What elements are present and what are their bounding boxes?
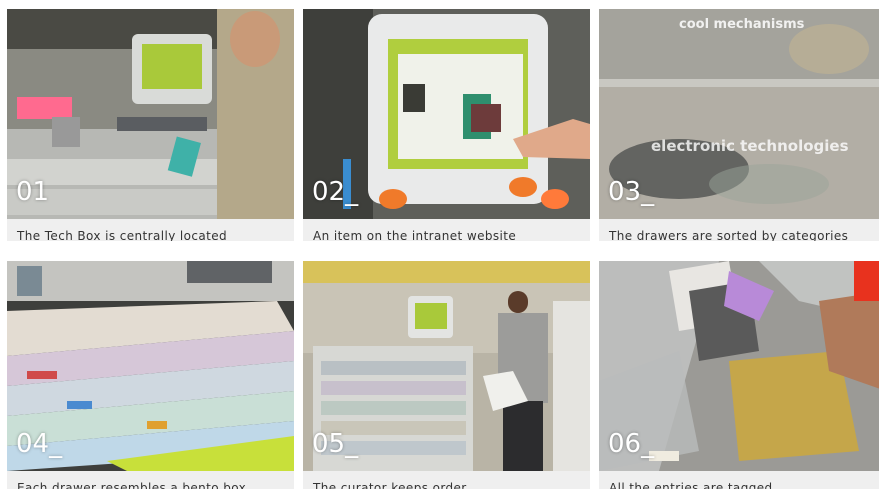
tile-number: 06_ (608, 429, 655, 459)
gallery-tile-2[interactable]: 02_ An item on the intranet website (303, 9, 590, 243)
photo-gallery: 01 The Tech Box is centrally located 02_… (0, 0, 879, 489)
caption-bar: An item on the intranet website (303, 219, 590, 241)
tile-3-photo[interactable]: cool mechanisms electronic technologies … (599, 9, 879, 219)
tile-number: 04_ (16, 429, 63, 459)
gallery-tile-1[interactable]: 01 The Tech Box is centrally located (7, 9, 294, 243)
tile-caption: All the entries are tagged (609, 481, 773, 489)
caption-bar: Each drawer resembles a bento box (7, 471, 294, 489)
drawer-label-top: cool mechanisms (679, 17, 805, 32)
tile-5-photo[interactable]: 05_ (303, 261, 590, 471)
tile-caption: An item on the intranet website (313, 229, 517, 241)
gallery-tile-4[interactable]: 04_ Each drawer resembles a bento box (7, 261, 294, 489)
tile-caption: The curator keeps order (313, 481, 467, 489)
tile-6-photo[interactable]: 06_ (599, 261, 879, 471)
tile-1-photo[interactable]: 01 (7, 9, 294, 219)
caption-bar: All the entries are tagged (599, 471, 879, 489)
drawer-label-bottom: electronic technologies (651, 137, 849, 155)
gallery-tile-3[interactable]: cool mechanisms electronic technologies … (599, 9, 879, 243)
caption-bar: The drawers are sorted by categories (599, 219, 879, 241)
caption-bar: The curator keeps order (303, 471, 590, 489)
gallery-tile-5[interactable]: 05_ The curator keeps order (303, 261, 590, 489)
caption-bar: The Tech Box is centrally located (7, 219, 294, 241)
tile-caption: The Tech Box is centrally located (17, 229, 228, 241)
tile-2-photo[interactable]: 02_ (303, 9, 590, 219)
gallery-tile-6[interactable]: 06_ All the entries are tagged (599, 261, 879, 489)
tile-4-photo[interactable]: 04_ (7, 261, 294, 471)
tile-number: 01 (16, 177, 50, 207)
tech-box-photo (7, 9, 294, 219)
tile-caption: Each drawer resembles a bento box (17, 481, 247, 489)
tile-caption: The drawers are sorted by categories (609, 229, 849, 241)
tile-number: 05_ (312, 429, 359, 459)
tile-number: 02_ (312, 177, 359, 207)
tile-number: 03_ (608, 177, 655, 207)
